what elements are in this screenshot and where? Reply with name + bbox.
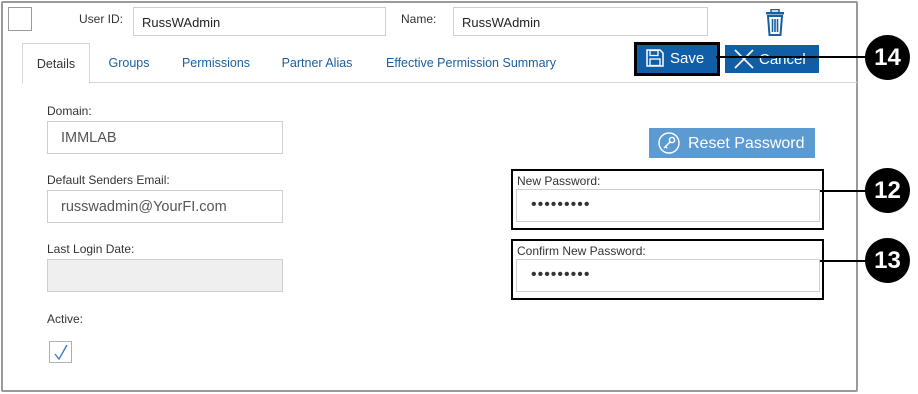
save-button[interactable]: Save [634, 42, 720, 76]
user-id-input[interactable]: RussWAdmin [133, 7, 386, 36]
domain-label: Domain: [47, 104, 92, 118]
confirm-password-group: Confirm New Password: ••••••••• [511, 239, 824, 300]
domain-input[interactable]: IMMLAB [47, 121, 283, 154]
new-password-input[interactable]: ••••••••• [516, 189, 820, 222]
tab-effective-permission-summary[interactable]: Effective Permission Summary [386, 43, 556, 83]
row-select-checkbox[interactable] [8, 7, 32, 31]
default-senders-email-label: Default Senders Email: [47, 173, 170, 187]
callout-badge-confirm-password: 13 [865, 238, 910, 283]
confirm-password-input[interactable]: ••••••••• [516, 259, 820, 292]
active-label: Active: [47, 312, 84, 326]
cancel-label: Cancel [759, 51, 806, 68]
checkmark-icon [54, 344, 68, 361]
callout-line-confirm-password [820, 260, 870, 262]
key-icon [658, 132, 680, 154]
tab-partner-alias[interactable]: Partner Alias [281, 43, 353, 83]
user-detail-panel: User ID: RussWAdmin Name: RussWAdmin Det… [1, 1, 858, 392]
trash-icon[interactable] [763, 8, 787, 37]
reset-password-label: Reset Password [688, 135, 805, 152]
callout-badge-new-password: 12 [865, 168, 910, 213]
callout-badge-save: 14 [865, 35, 910, 80]
reset-password-button[interactable]: Reset Password [649, 128, 815, 158]
cancel-button[interactable]: Cancel [725, 45, 819, 73]
user-id-label: User ID: [79, 12, 124, 26]
new-password-group: New Password: ••••••••• [511, 169, 824, 230]
last-login-date-label: Last Login Date: [47, 242, 135, 256]
default-senders-email-input[interactable]: russwadmin@YourFI.com [47, 190, 283, 223]
save-label: Save [670, 50, 705, 67]
save-icon [646, 49, 664, 67]
tab-details[interactable]: Details [22, 43, 90, 84]
callout-line-new-password [820, 190, 870, 192]
confirm-password-label: Confirm New Password: [517, 244, 646, 258]
active-checkbox[interactable] [49, 341, 72, 363]
name-label: Name: [401, 12, 437, 26]
tab-groups[interactable]: Groups [108, 43, 150, 83]
name-input[interactable]: RussWAdmin [453, 7, 708, 36]
last-login-date-field [47, 259, 283, 292]
tab-permissions[interactable]: Permissions [180, 43, 252, 83]
close-icon [734, 49, 754, 69]
new-password-label: New Password: [517, 174, 601, 188]
callout-line-save [716, 56, 870, 58]
